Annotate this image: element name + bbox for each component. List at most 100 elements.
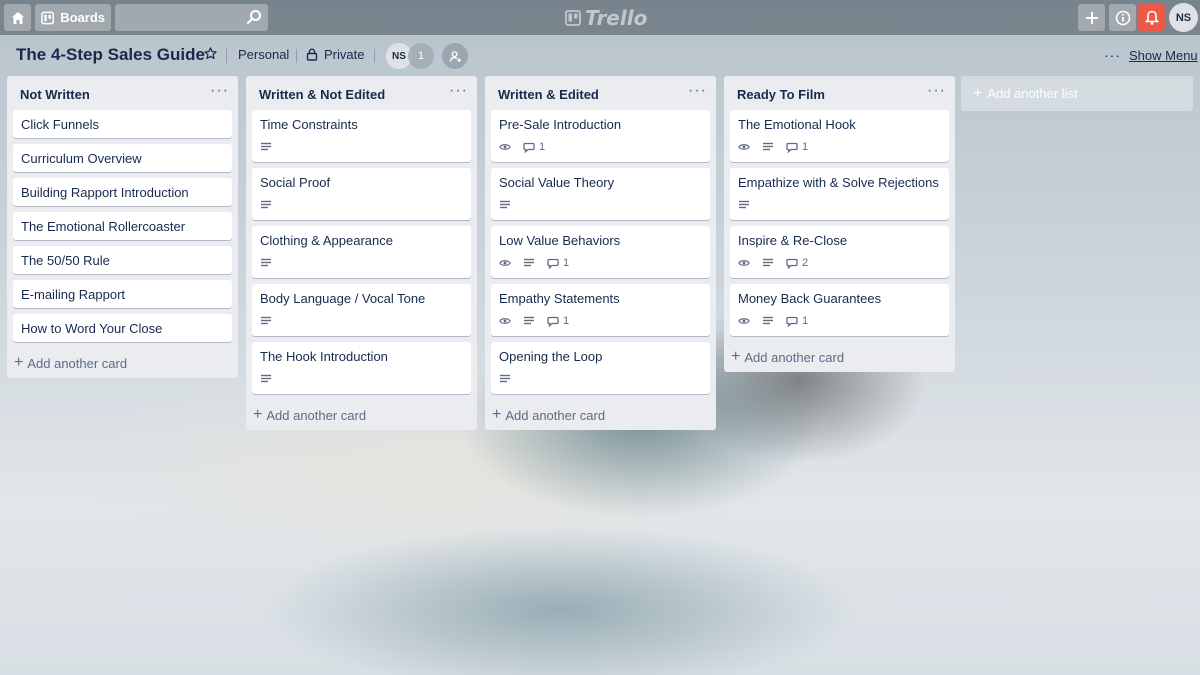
card[interactable]: Low Value Behaviors 1: [491, 226, 710, 278]
card-badges: [260, 255, 463, 271]
search-box[interactable]: [115, 4, 268, 31]
plus-icon: +: [731, 348, 741, 365]
card-title: The Hook Introduction: [260, 349, 388, 364]
boards-button[interactable]: Boards: [35, 4, 111, 31]
eye-icon: [738, 318, 750, 324]
list-menu-icon[interactable]: ···: [210, 82, 229, 100]
card[interactable]: Money Back Guarantees 1: [730, 284, 949, 336]
list-title[interactable]: Written & Edited: [498, 87, 599, 102]
list-column[interactable]: Written & Edited ··· Pre-Sale Introduction…: [485, 76, 716, 430]
card[interactable]: Click Funnels: [13, 110, 232, 138]
divider: [374, 49, 375, 63]
description-badge: [762, 142, 774, 152]
logo-text: Trello: [585, 6, 648, 30]
watch-badge: [738, 316, 750, 326]
card-title: How to Word Your Close: [21, 321, 163, 336]
card[interactable]: The Emotional Hook 1: [730, 110, 949, 162]
card-badges: [738, 197, 941, 213]
lock-icon: [306, 48, 318, 61]
card[interactable]: The 50/50 Rule: [13, 246, 232, 274]
comment-icon: [786, 258, 798, 269]
privacy-button[interactable]: Private: [306, 47, 364, 62]
description-badge: [499, 374, 511, 384]
bell-icon: [1144, 10, 1159, 25]
card[interactable]: Social Value Theory: [491, 168, 710, 220]
list-menu-icon[interactable]: ···: [927, 82, 946, 100]
list-title[interactable]: Written & Not Edited: [259, 87, 385, 102]
comment-icon: [523, 142, 535, 153]
card-title: Curriculum Overview: [21, 151, 142, 166]
top-header: Boards Trello NS: [0, 0, 1200, 35]
card[interactable]: E-mailing Rapport: [13, 280, 232, 308]
watch-badge: [499, 142, 511, 152]
card-title: The 50/50 Rule: [21, 253, 110, 268]
card[interactable]: Curriculum Overview: [13, 144, 232, 172]
member-count-badge[interactable]: 1: [408, 43, 434, 69]
notifications-button[interactable]: [1138, 4, 1165, 31]
description-icon: [763, 142, 773, 151]
card-title: Empathy Statements: [499, 291, 620, 306]
list-menu-icon[interactable]: ···: [449, 82, 468, 100]
add-card-label: Add another card: [27, 355, 128, 371]
description-icon: [261, 258, 271, 267]
list-title[interactable]: Not Written: [20, 87, 90, 102]
home-button[interactable]: [4, 4, 31, 31]
card[interactable]: Clothing & Appearance: [252, 226, 471, 278]
team-visibility-button[interactable]: Personal: [238, 47, 289, 62]
plus-icon: +: [973, 84, 983, 102]
description-icon: [261, 142, 271, 151]
card[interactable]: The Hook Introduction: [252, 342, 471, 394]
list-column[interactable]: Ready To Film ··· The Emotional Hook 1 Empat…: [724, 76, 955, 372]
description-badge: [260, 316, 272, 326]
description-icon: [261, 316, 271, 325]
card[interactable]: Empathize with & Solve Rejections: [730, 168, 949, 220]
watch-badge: [499, 258, 511, 268]
comment-count: 2: [802, 257, 809, 269]
list-column[interactable]: Not Written ··· Click Funnels Curriculum Ov…: [7, 76, 238, 378]
user-avatar[interactable]: NS: [1169, 3, 1198, 32]
search-icon[interactable]: [246, 9, 262, 25]
add-list-label: Add another list: [987, 86, 1078, 101]
card-badges: 1: [499, 255, 702, 271]
add-card-button[interactable]: + Add another card: [246, 400, 477, 430]
description-icon: [524, 316, 534, 325]
comment-count: 1: [802, 141, 809, 153]
list-menu-icon[interactable]: ···: [688, 82, 707, 100]
info-button[interactable]: [1109, 4, 1136, 31]
card-title: Empathize with & Solve Rejections: [738, 175, 939, 190]
card-title: Social Proof: [260, 175, 331, 190]
add-card-button[interactable]: + Add another card: [7, 348, 238, 378]
create-button[interactable]: [1078, 4, 1105, 31]
trello-logo[interactable]: Trello: [565, 6, 647, 30]
add-card-button[interactable]: + Add another card: [724, 342, 955, 372]
card[interactable]: Time Constraints: [252, 110, 471, 162]
card[interactable]: Building Rapport Introduction: [13, 178, 232, 206]
card-title: Money Back Guarantees: [738, 291, 882, 306]
description-badge: [260, 258, 272, 268]
card-badges: [499, 371, 702, 387]
card[interactable]: Empathy Statements 1: [491, 284, 710, 336]
boards-icon: [41, 11, 55, 24]
comment-badge: 1: [786, 315, 808, 327]
comment-icon: [547, 258, 559, 269]
list-column[interactable]: Written & Not Edited ··· Time Constraints S…: [246, 76, 477, 430]
star-button[interactable]: [204, 47, 217, 60]
card[interactable]: Opening the Loop: [491, 342, 710, 394]
watch-badge: [738, 258, 750, 268]
card[interactable]: How to Word Your Close: [13, 314, 232, 342]
show-menu-button[interactable]: ··· Show Menu: [1104, 47, 1198, 63]
description-badge: [260, 374, 272, 384]
invite-button[interactable]: [442, 43, 468, 69]
board-title[interactable]: The 4-Step Sales Guide: [16, 45, 205, 65]
card[interactable]: Inspire & Re-Close 2: [730, 226, 949, 278]
description-icon: [500, 374, 510, 383]
card[interactable]: Social Proof: [252, 168, 471, 220]
list-title[interactable]: Ready To Film: [737, 87, 825, 102]
card[interactable]: The Emotional Rollercoaster: [13, 212, 232, 240]
add-card-button[interactable]: + Add another card: [485, 400, 716, 430]
card[interactable]: Body Language / Vocal Tone: [252, 284, 471, 336]
add-list-button[interactable]: + Add another list: [961, 76, 1193, 111]
comment-icon: [786, 316, 798, 327]
card[interactable]: Pre-Sale Introduction 1: [491, 110, 710, 162]
comment-count: 1: [563, 257, 570, 269]
